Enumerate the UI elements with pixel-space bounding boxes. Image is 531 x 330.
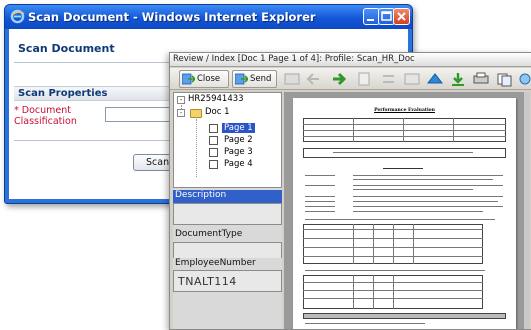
document-tree: - HR25941433 - Doc 1 Page 1 Page 2 Page …	[173, 92, 282, 188]
window-title: Scan Document - Windows Internet Explore…	[28, 10, 316, 24]
employee-number-value: TNALT114	[178, 275, 237, 288]
settings-icon[interactable]	[516, 71, 531, 87]
document-type-label: DocumentType	[173, 229, 282, 242]
text-line	[305, 175, 335, 176]
text-line	[333, 152, 473, 153]
close-toolbar-icon	[182, 73, 195, 85]
text-line	[353, 206, 503, 207]
divider	[14, 140, 174, 141]
collapse-doc-icon[interactable]: -	[177, 109, 185, 117]
vertical-scrollbar[interactable]	[523, 92, 530, 329]
folder-icon	[190, 109, 202, 118]
table-line	[303, 130, 506, 131]
toolbar: Close Send	[170, 68, 531, 90]
text-line	[353, 179, 493, 180]
close-button[interactable]	[393, 8, 410, 25]
send-button[interactable]: Send	[232, 70, 277, 88]
index-panel: - HR25941433 - Doc 1 Page 1 Page 2 Page …	[173, 92, 282, 329]
table-line	[453, 118, 454, 142]
section-title: Scan Properties	[18, 88, 108, 99]
arrow-double-icon[interactable]	[380, 71, 398, 87]
table-line	[373, 275, 374, 309]
page-title: Scan Document	[18, 42, 115, 55]
rotate-icon[interactable]	[403, 71, 421, 87]
review-title-bar[interactable]: Review / Index [Doc 1 Page 1 of 4]: Prof…	[170, 53, 531, 67]
page-checkbox-icon[interactable]	[209, 148, 218, 157]
send-icon	[235, 73, 248, 85]
text-line	[353, 189, 473, 190]
employee-number-field[interactable]: TNALT114	[173, 270, 282, 292]
text-line	[353, 196, 503, 197]
table-line	[373, 224, 374, 264]
close-toolbar-button[interactable]: Close	[179, 70, 229, 88]
text-line	[383, 168, 423, 169]
field-label-text: Document Classification	[14, 105, 77, 127]
print-icon[interactable]	[472, 71, 490, 87]
document-preview[interactable]: Performance Evaluation	[284, 92, 530, 329]
text-line	[353, 175, 503, 176]
copy-icon[interactable]	[495, 71, 513, 87]
table-line	[353, 275, 354, 309]
table-line	[403, 118, 404, 142]
tree-page-3[interactable]: Page 3	[224, 147, 253, 157]
tree-page-2[interactable]: Page 2	[224, 135, 253, 145]
collapse-root-icon[interactable]: -	[177, 96, 185, 104]
table-line	[393, 275, 394, 309]
description-field[interactable]	[173, 203, 282, 225]
table-line	[393, 224, 394, 264]
document-classification-label: * Document Classification	[14, 105, 94, 127]
arrow-left-icon[interactable]	[305, 71, 323, 87]
rating-strip	[303, 313, 506, 319]
page-checkbox-icon[interactable]	[209, 124, 218, 133]
page-checkbox-icon[interactable]	[209, 136, 218, 145]
download-icon[interactable]	[449, 71, 467, 87]
text-line	[353, 185, 503, 186]
required-marker: *	[14, 105, 19, 116]
text-line	[305, 196, 335, 197]
page-checkbox-icon[interactable]	[209, 160, 218, 169]
document-page: Performance Evaluation	[293, 98, 516, 329]
text-line	[305, 206, 335, 207]
table-line	[303, 124, 506, 125]
tree-doc[interactable]: Doc 1	[205, 107, 230, 117]
ie-title-bar[interactable]: Scan Document - Windows Internet Explore…	[5, 5, 412, 29]
text-line	[305, 270, 485, 271]
arrow-right-icon[interactable]	[330, 71, 348, 87]
tree-root[interactable]: HR25941433	[188, 94, 244, 104]
table-line	[353, 118, 354, 142]
text-line	[305, 219, 495, 220]
text-line	[305, 211, 335, 212]
text-line	[305, 185, 335, 186]
text-line	[305, 323, 425, 324]
close-label: Close	[197, 74, 221, 84]
view-icon[interactable]	[426, 71, 444, 87]
close-icon	[397, 12, 406, 21]
text-line	[353, 201, 498, 202]
table-line	[303, 136, 506, 137]
description-label: Description	[173, 190, 282, 203]
minimize-icon	[367, 19, 374, 21]
ie-logo-icon	[10, 9, 25, 24]
tree-page-1[interactable]: Page 1	[222, 123, 255, 133]
tree-page-4[interactable]: Page 4	[224, 159, 253, 169]
text-line	[353, 211, 483, 212]
page-icon[interactable]	[355, 71, 373, 87]
text-line	[305, 201, 335, 202]
document-title: Performance Evaluation	[374, 108, 435, 113]
review-title: Review / Index [Doc 1 Page 1 of 4]: Prof…	[173, 54, 415, 64]
maximize-icon	[381, 11, 392, 21]
send-label: Send	[250, 74, 272, 84]
tree-line	[196, 119, 197, 177]
review-index-window: Review / Index [Doc 1 Page 1 of 4]: Prof…	[169, 52, 531, 330]
table-line	[413, 224, 414, 264]
table-line	[353, 224, 354, 264]
section-table	[303, 148, 506, 158]
scan-icon[interactable]	[283, 71, 301, 87]
